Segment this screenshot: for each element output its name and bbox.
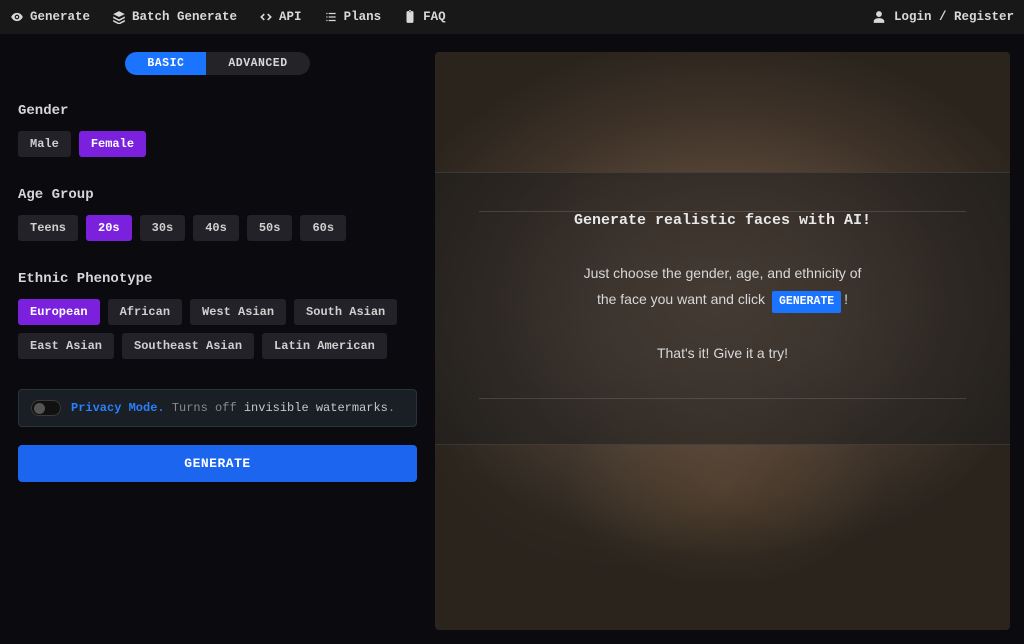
privacy-mode-row: Privacy Mode. Turns off invisible waterm… xyxy=(18,389,417,427)
nav-auth[interactable]: Login / Register xyxy=(872,10,1014,24)
nav-label: FAQ xyxy=(423,10,446,24)
person-icon xyxy=(872,10,886,24)
intro-overlay: Generate realistic faces with AI! Just c… xyxy=(435,172,1010,445)
opt-ethnic-african[interactable]: African xyxy=(108,299,182,325)
privacy-off-text: Turns off xyxy=(172,401,237,415)
stack-icon xyxy=(112,10,126,24)
section-title-ethnic: Ethnic Phenotype xyxy=(18,271,417,287)
nav-batch-generate[interactable]: Batch Generate xyxy=(112,10,237,24)
list-icon xyxy=(324,10,338,24)
code-icon xyxy=(259,10,273,24)
control-panel: BASIC ADVANCED Gender Male Female Age Gr… xyxy=(0,34,435,644)
opt-ethnic-latin-american[interactable]: Latin American xyxy=(262,333,387,359)
opt-ethnic-european[interactable]: European xyxy=(18,299,100,325)
clipboard-icon xyxy=(403,10,417,24)
nav-left: Generate Batch Generate API Plans FAQ xyxy=(10,10,872,24)
opt-age-20s[interactable]: 20s xyxy=(86,215,132,241)
opt-age-teens[interactable]: Teens xyxy=(18,215,78,241)
preview-image: Generate realistic faces with AI! Just c… xyxy=(435,52,1010,630)
opt-ethnic-southeast-asian[interactable]: Southeast Asian xyxy=(122,333,254,359)
opt-gender-female[interactable]: Female xyxy=(79,131,146,157)
privacy-wm-text: invisible watermarks xyxy=(244,401,388,415)
opt-age-30s[interactable]: 30s xyxy=(140,215,186,241)
section-age: Age Group Teens 20s 30s 40s 50s 60s xyxy=(14,187,421,241)
overlay-bottom-rule xyxy=(479,398,966,399)
section-gender: Gender Male Female xyxy=(14,103,421,157)
nav-generate[interactable]: Generate xyxy=(10,10,90,24)
auth-label: Login / Register xyxy=(894,10,1014,24)
nav-label: API xyxy=(279,10,302,24)
tab-advanced[interactable]: ADVANCED xyxy=(206,52,309,75)
opt-gender-male[interactable]: Male xyxy=(18,131,71,157)
nav-label: Plans xyxy=(344,10,382,24)
opt-ethnic-south-asian[interactable]: South Asian xyxy=(294,299,397,325)
overlay-line1: Just choose the gender, age, and ethnici… xyxy=(475,263,970,285)
section-ethnic: Ethnic Phenotype European African West A… xyxy=(14,271,421,359)
mode-tabs: BASIC ADVANCED xyxy=(14,52,421,75)
nav-api[interactable]: API xyxy=(259,10,302,24)
opt-ethnic-west-asian[interactable]: West Asian xyxy=(190,299,286,325)
preview-panel: Generate realistic faces with AI! Just c… xyxy=(435,34,1024,644)
top-navbar: Generate Batch Generate API Plans FAQ xyxy=(0,0,1024,34)
section-title-gender: Gender xyxy=(18,103,417,119)
opt-age-40s[interactable]: 40s xyxy=(193,215,239,241)
tab-basic[interactable]: BASIC xyxy=(125,52,206,75)
section-title-age: Age Group xyxy=(18,187,417,203)
nav-label: Batch Generate xyxy=(132,10,237,24)
overlay-generate-chip: GENERATE xyxy=(772,291,841,313)
privacy-period: . xyxy=(388,401,395,415)
overlay-line2: the face you want and click GENERATE! xyxy=(475,289,970,313)
privacy-toggle[interactable] xyxy=(31,400,61,416)
generate-button[interactable]: GENERATE xyxy=(18,445,417,482)
overlay-line2-post: ! xyxy=(844,291,848,307)
privacy-label[interactable]: Privacy Mode. xyxy=(71,401,165,415)
overlay-line2-pre: the face you want and click xyxy=(597,291,765,307)
nav-plans[interactable]: Plans xyxy=(324,10,382,24)
opt-age-60s[interactable]: 60s xyxy=(300,215,346,241)
overlay-headline: Generate realistic faces with AI! xyxy=(475,212,970,229)
nav-label: Generate xyxy=(30,10,90,24)
opt-ethnic-east-asian[interactable]: East Asian xyxy=(18,333,114,359)
nav-faq[interactable]: FAQ xyxy=(403,10,446,24)
overlay-try: That's it! Give it a try! xyxy=(475,343,970,365)
eye-icon xyxy=(10,10,24,24)
opt-age-50s[interactable]: 50s xyxy=(247,215,293,241)
